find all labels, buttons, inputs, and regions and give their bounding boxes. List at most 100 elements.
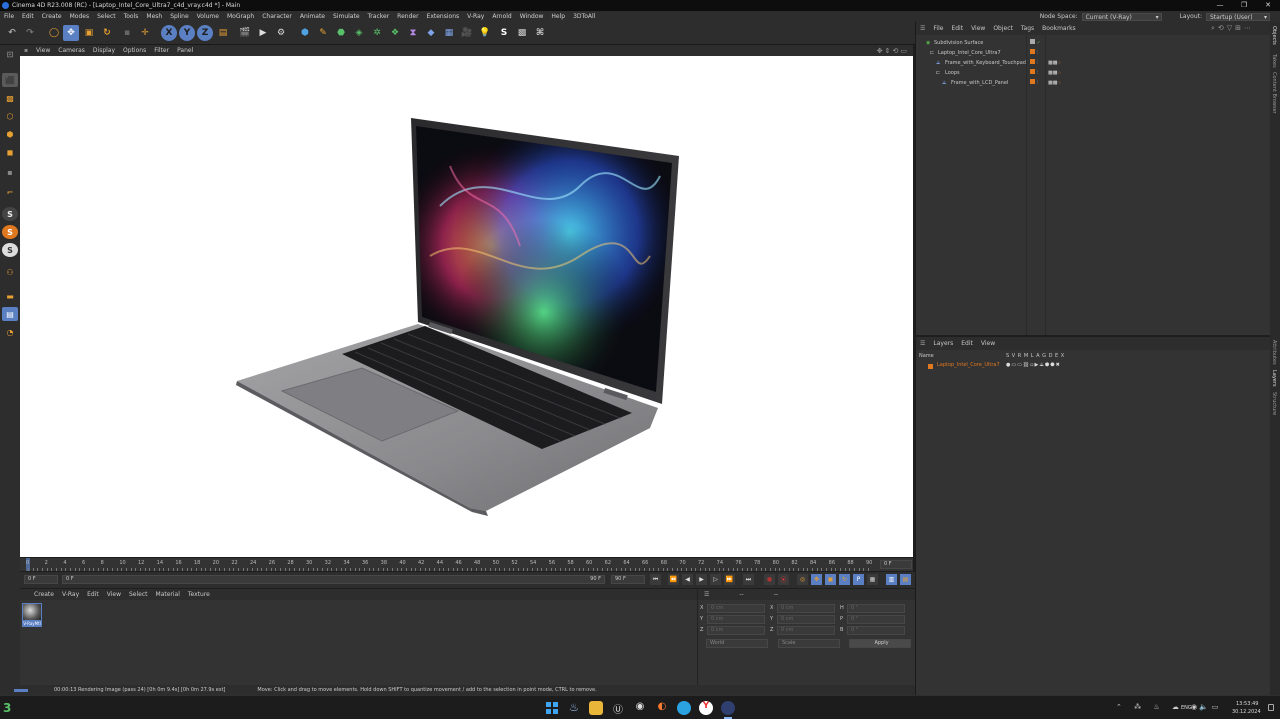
camera-icon[interactable]: 🎥: [459, 25, 475, 41]
object-row-laptop[interactable]: ⊏ Laptop_Intel_Core_Ultra7 ⁝: [916, 48, 1271, 58]
timeline-layout-icon[interactable]: ▤: [900, 574, 911, 585]
snap-icon[interactable]: S: [2, 207, 18, 221]
viewport-nav-icons[interactable]: ✥⇕⟲▭: [877, 47, 909, 55]
material-tags[interactable]: ▩▩⁘: [1048, 78, 1062, 88]
go-to-end-icon[interactable]: ⏭: [743, 574, 754, 585]
current-frame-field[interactable]: 0 F: [880, 560, 912, 569]
unreal-icon[interactable]: Ⓤ: [611, 701, 625, 716]
next-key-icon[interactable]: ⏩: [724, 574, 735, 585]
menu-character[interactable]: Character: [258, 13, 296, 20]
clock-date[interactable]: 30.12.2024: [1232, 709, 1261, 715]
menu-mograph[interactable]: MoGraph: [223, 13, 258, 20]
tab-attributes[interactable]: Attributes: [1271, 340, 1277, 365]
coord-value-field[interactable]: 0 cm: [707, 626, 765, 635]
viewport-menu-cameras[interactable]: Cameras: [54, 47, 89, 54]
start-icon[interactable]: [545, 701, 559, 715]
material-tags[interactable]: ▩▩⁘: [1048, 68, 1062, 78]
menu-extensions[interactable]: Extensions: [423, 13, 464, 20]
play-icon[interactable]: ▶: [696, 574, 707, 585]
coord-value-field[interactable]: 0 °: [847, 626, 905, 635]
key-position-icon[interactable]: ✥: [811, 574, 822, 585]
menu-spline[interactable]: Spline: [166, 13, 192, 20]
light-icon[interactable]: 💡: [477, 25, 493, 41]
frame-range-slider[interactable]: 0 F 90 F: [62, 575, 605, 584]
viewport-menu-view[interactable]: View: [32, 47, 54, 54]
coord-value-field[interactable]: 0 °: [847, 604, 905, 613]
python-icon[interactable]: ⌘: [532, 25, 548, 41]
menu-3dtoall[interactable]: 3DToAll: [569, 13, 599, 20]
material-menu-texture[interactable]: Texture: [184, 591, 214, 598]
clock-time[interactable]: 13:53:49: [1236, 701, 1258, 707]
material-menu-edit[interactable]: Edit: [83, 591, 103, 598]
object-row-frame-keyboard[interactable]: ⟁ Frame_with_Keyboard_Touchpad ⁝ ▩▩⁘: [916, 58, 1271, 68]
object-menu-edit[interactable]: Edit: [947, 25, 967, 32]
quantize-icon[interactable]: S: [2, 243, 18, 257]
x-axis-lock-icon[interactable]: X: [161, 25, 177, 41]
go-to-start-icon[interactable]: ⏮: [650, 574, 661, 585]
telegram-icon[interactable]: [677, 701, 691, 715]
layer-color-swatch[interactable]: [928, 363, 933, 373]
edges-mode-icon[interactable]: ⬢: [2, 127, 18, 141]
viewport-menu-filter[interactable]: Filter: [150, 47, 173, 54]
language-indicator[interactable]: ENG: [1181, 705, 1192, 711]
menu-animate[interactable]: Animate: [296, 13, 329, 20]
scale-tool-icon[interactable]: ▣: [81, 25, 97, 41]
viewport-menu-options[interactable]: Options: [119, 47, 150, 54]
object-row-loops[interactable]: ⊏ Loops ⁝ ▩▩⁘: [916, 68, 1271, 78]
live-selection-icon[interactable]: ◯: [46, 25, 62, 41]
material-menu-material[interactable]: Material: [152, 591, 184, 598]
tab-takes[interactable]: Takes: [1271, 54, 1277, 68]
polygons-mode-icon[interactable]: ◼: [2, 145, 18, 159]
undo-icon[interactable]: ↶: [4, 25, 20, 41]
object-menu-bookmarks[interactable]: Bookmarks: [1038, 25, 1080, 32]
menu-tools[interactable]: Tools: [120, 13, 143, 20]
tab-content-browser[interactable]: Content Browser: [1271, 72, 1277, 114]
minimize-button[interactable]: —: [1208, 0, 1232, 11]
material-menu-select[interactable]: Select: [125, 591, 152, 598]
generator-icon[interactable]: ◈: [351, 25, 367, 41]
object-visibility-dots[interactable]: ✓: [1030, 38, 1041, 48]
redo-icon[interactable]: ↷: [22, 25, 38, 41]
menu-window[interactable]: Window: [516, 13, 548, 20]
menu-file[interactable]: File: [0, 13, 18, 20]
coordinate-mode-dropdown[interactable]: World: [706, 639, 768, 648]
points-mode-icon[interactable]: ⬡: [2, 109, 18, 123]
coord-value-field[interactable]: 0 cm: [707, 615, 765, 624]
render-settings-icon[interactable]: ⚙: [273, 25, 289, 41]
object-row-frame-lcd[interactable]: ⟁ Frame_with_LCD_Panel ⁝ ▩▩⁘: [916, 78, 1271, 88]
steam-taskbar-icon[interactable]: ♨: [567, 701, 581, 715]
menu-volume[interactable]: Volume: [193, 13, 223, 20]
layer-row[interactable]: Laptop_Intel_Core_Ultra7 ●▭▭⛓▫▶⟁⬢⬣✖: [916, 360, 1271, 370]
previous-frame-icon[interactable]: ◀: [682, 574, 693, 585]
maximize-button[interactable]: ❐: [1232, 0, 1256, 11]
menu-modes[interactable]: Modes: [66, 13, 93, 20]
deformer-icon[interactable]: ⧗: [405, 25, 421, 41]
viewport-menu-display[interactable]: Display: [89, 47, 119, 54]
y-axis-lock-icon[interactable]: Y: [179, 25, 195, 41]
menu-tracker[interactable]: Tracker: [364, 13, 394, 20]
move-tool-icon[interactable]: ✥: [63, 25, 79, 41]
menu-edit[interactable]: Edit: [18, 13, 38, 20]
layout-dropdown[interactable]: Startup (User): [1206, 12, 1270, 21]
render-picture-viewer-icon[interactable]: ▶: [255, 25, 271, 41]
coordinate-size-dropdown[interactable]: Scale: [778, 639, 840, 648]
object-menu-tags[interactable]: Tags: [1017, 25, 1038, 32]
coord-value-field[interactable]: 0 cm: [777, 615, 835, 624]
menu-arnold[interactable]: Arnold: [488, 13, 515, 20]
transform-axis-icon[interactable]: ✛: [137, 25, 153, 41]
material-thumbnail[interactable]: V-RayMtl: [22, 603, 42, 629]
key-scale-icon[interactable]: ▣: [825, 574, 836, 585]
render-view-icon[interactable]: 🎬: [237, 25, 253, 41]
network-volume-icons[interactable]: 🔈▭: [1199, 703, 1222, 711]
3d-viewport[interactable]: [20, 56, 913, 557]
key-rotation-icon[interactable]: ↻: [839, 574, 850, 585]
next-frame-icon[interactable]: ▷: [710, 574, 721, 585]
model-mode-icon[interactable]: ⬛: [2, 73, 18, 87]
key-parameter-icon[interactable]: P: [853, 574, 864, 585]
menu-render[interactable]: Render: [393, 13, 422, 20]
z-axis-lock-icon[interactable]: Z: [197, 25, 213, 41]
object-row-subdivision[interactable]: ◉ Subdivision Surface ✓: [916, 38, 1271, 48]
menu-select[interactable]: Select: [93, 13, 120, 20]
key-pla-icon[interactable]: ▦: [867, 574, 878, 585]
object-manager-search-icons[interactable]: ⌕⟲▽⊞⋯: [1211, 24, 1254, 33]
